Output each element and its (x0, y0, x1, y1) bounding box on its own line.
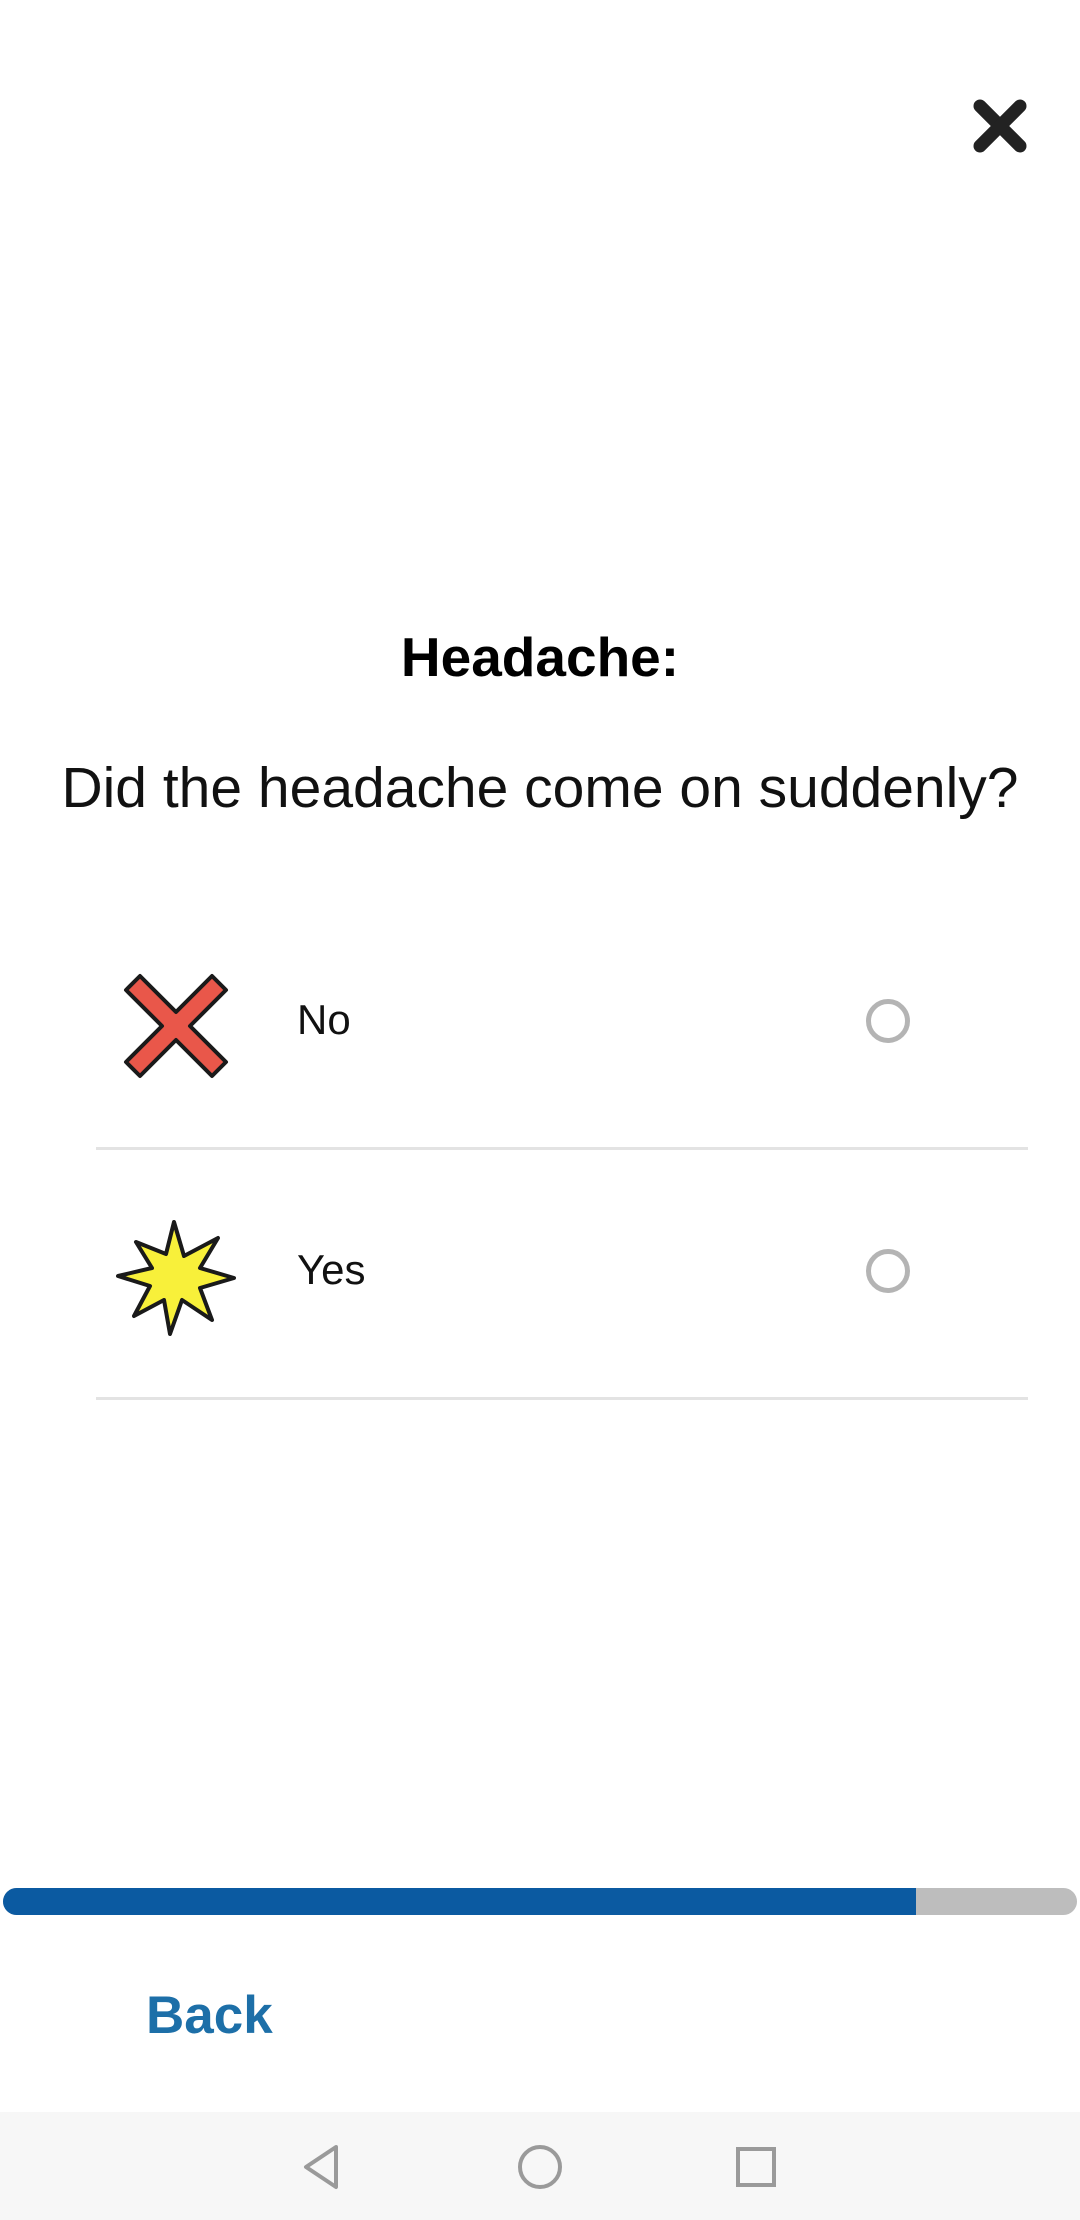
yellow-starburst-icon (116, 1220, 236, 1336)
option-yes-radio[interactable] (866, 1249, 910, 1293)
progress-bar-fill (3, 1888, 916, 1915)
nav-back-triangle-icon (304, 2145, 338, 2189)
answer-options: No Yes (96, 900, 1028, 1400)
close-x-icon (973, 99, 1027, 153)
close-button[interactable] (960, 86, 1040, 166)
nav-recents-button[interactable] (726, 2137, 786, 2197)
nav-home-button[interactable] (510, 2137, 570, 2197)
survey-screen: Headache: Did the headache come on sudde… (0, 0, 1080, 2220)
nav-home-circle-icon (518, 2145, 562, 2189)
red-cross-icon (124, 974, 228, 1078)
option-yes[interactable]: Yes (96, 1150, 1028, 1400)
nav-recents-square-icon (736, 2147, 776, 2187)
system-nav-bar (0, 2112, 1080, 2220)
option-no[interactable]: No (96, 900, 1028, 1150)
progress-bar (3, 1888, 1077, 1915)
question-title: Headache: (400, 626, 680, 688)
nav-back-button[interactable] (292, 2137, 352, 2197)
option-no-radio[interactable] (866, 999, 910, 1043)
question-text: Did the headache come on suddenly? (61, 756, 1019, 820)
back-button[interactable]: Back (146, 1985, 273, 2046)
option-yes-label: Yes (297, 1246, 366, 1293)
option-no-label: No (297, 996, 351, 1043)
